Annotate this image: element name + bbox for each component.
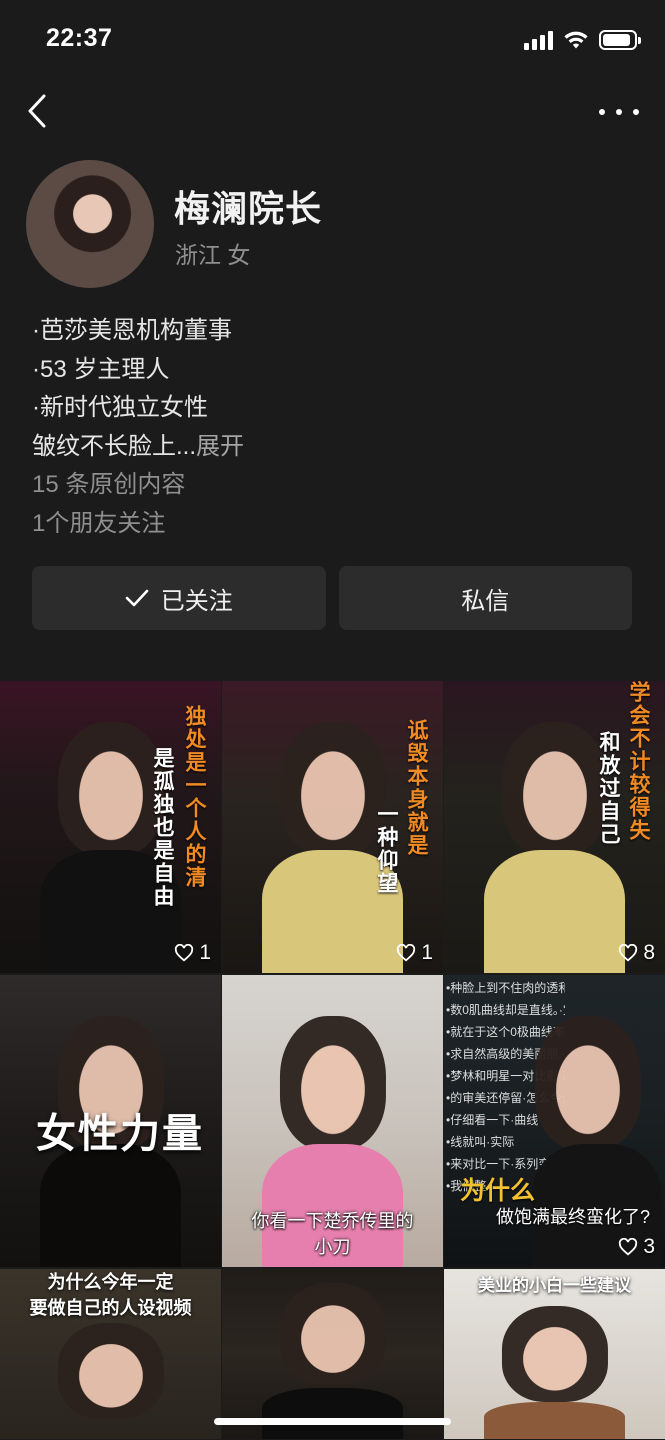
video-caption: 做饱满最终蛮化了? — [496, 1207, 651, 1227]
video-thumbnail[interactable]: 女性力量 — [0, 975, 221, 1267]
more-dot-icon — [599, 109, 605, 115]
home-indicator — [214, 1418, 451, 1425]
original-content-count[interactable]: 15 条原创内容 — [32, 466, 632, 505]
thumbnail-image — [279, 1282, 386, 1385]
thumbnail-image — [279, 721, 386, 857]
more-dot-icon — [633, 109, 639, 115]
bio-line: ·芭莎美恩机构董事 — [32, 317, 232, 344]
like-count: 1 — [396, 941, 433, 965]
like-count: 3 — [618, 1235, 655, 1259]
profile-location-gender: 浙江 女 — [175, 242, 251, 268]
video-thumbnail[interactable]: 为什么今年一定 要做自己的人设视频 — [0, 1269, 221, 1439]
like-count: 8 — [618, 941, 655, 965]
more-dot-icon — [616, 109, 622, 115]
thumbnail-image — [57, 1323, 164, 1419]
profile-bio: ·芭莎美恩机构董事 ·53 岁主理人 ·新时代独立女性 皱纹不长脸上...展开 … — [32, 312, 632, 543]
thumbnail-image — [39, 1144, 182, 1267]
thumbnail-image — [483, 1401, 626, 1439]
status-time: 22:37 — [46, 24, 113, 52]
nav-bar — [0, 80, 665, 144]
video-thumbnail[interactable]: 学会不计较得失 和放过自己 8 — [444, 681, 665, 973]
followed-button[interactable]: 已关注 — [32, 566, 326, 630]
thumbnail-image — [501, 1306, 608, 1402]
video-thumbnail[interactable]: 美业的小白一些建议 — [444, 1269, 665, 1439]
message-button[interactable]: 私信 — [338, 566, 632, 630]
profile-name: 梅澜院长 — [174, 188, 323, 229]
like-count-value: 1 — [421, 941, 433, 964]
followed-label: 已关注 — [160, 587, 233, 615]
video-grid: 独处是一个人的清 是孤独也是自由 1 诋毁本身就是 一种仰望 1 学会不计较得失… — [0, 681, 665, 1439]
system-icons — [524, 28, 641, 52]
video-caption: 为什么今年一定 要做自己的人设视频 — [29, 1272, 192, 1318]
wifi-icon — [564, 31, 588, 49]
status-bar: 22:37 — [0, 0, 665, 80]
bio-truncated-text: 皱纹不长脸上... — [32, 432, 197, 460]
cellular-signal-icon — [524, 30, 553, 50]
video-thumbnail[interactable]: 你看一下楚乔传里的 小刀 — [222, 975, 443, 1267]
more-options-button[interactable] — [599, 96, 639, 128]
video-caption: 美业的小白一些建议 — [478, 1276, 631, 1295]
video-caption: 女性力量 — [36, 1112, 204, 1156]
battery-icon — [599, 30, 641, 50]
heart-icon — [397, 944, 416, 962]
video-caption: 独处是一个人的清 — [183, 705, 208, 889]
video-thumbnail[interactable]: 独处是一个人的清 是孤独也是自由 1 — [0, 681, 221, 973]
heart-icon — [619, 1238, 638, 1256]
bio-line: ·53 岁主理人 — [32, 355, 170, 383]
thumbnail-image — [261, 1388, 404, 1439]
heart-icon — [619, 944, 638, 962]
like-count: 1 — [174, 941, 211, 965]
video-caption: 你看一下楚乔传里的 — [251, 1211, 414, 1231]
avatar[interactable] — [26, 160, 154, 288]
like-count-value: 8 — [643, 941, 655, 964]
video-thumbnail[interactable] — [222, 1269, 443, 1439]
thumbnail-image — [483, 850, 626, 973]
video-caption: 学会不计较得失 — [627, 681, 652, 842]
heart-icon — [175, 944, 194, 962]
video-caption: 一种仰望 — [375, 803, 400, 895]
chevron-left-icon — [28, 94, 46, 128]
video-caption: 为什么 — [460, 1177, 536, 1205]
video-caption: 是孤独也是自由 — [151, 747, 176, 908]
back-button[interactable] — [22, 92, 58, 132]
thumbnail-image — [501, 721, 608, 857]
profile-actions: 已关注 私信 — [32, 566, 632, 630]
bio-line: ·新时代独立女性 — [32, 394, 208, 421]
video-thumbnail[interactable]: •种脸上到不住肉的透和感?•除了先天性的•数0肌曲线却是直线。·宝宝拿着一条•就… — [444, 975, 665, 1267]
expand-bio-link[interactable]: 展开 — [196, 433, 244, 460]
video-caption: 诋毁本身就是 — [405, 719, 430, 857]
like-count-value: 1 — [199, 941, 211, 964]
friends-following[interactable]: 1个朋友关注 — [32, 505, 632, 544]
bio-line-truncated: 皱纹不长脸上...展开 — [32, 428, 632, 467]
like-count-value: 3 — [643, 1235, 655, 1258]
thumbnail-image — [279, 1015, 386, 1151]
checkmark-icon — [125, 588, 149, 608]
video-thumbnail[interactable]: 诋毁本身就是 一种仰望 1 — [222, 681, 443, 973]
message-label: 私信 — [461, 587, 510, 615]
video-caption: 小刀 — [314, 1237, 351, 1257]
thumbnail-image — [534, 1015, 641, 1151]
video-caption: 和放过自己 — [597, 731, 622, 846]
